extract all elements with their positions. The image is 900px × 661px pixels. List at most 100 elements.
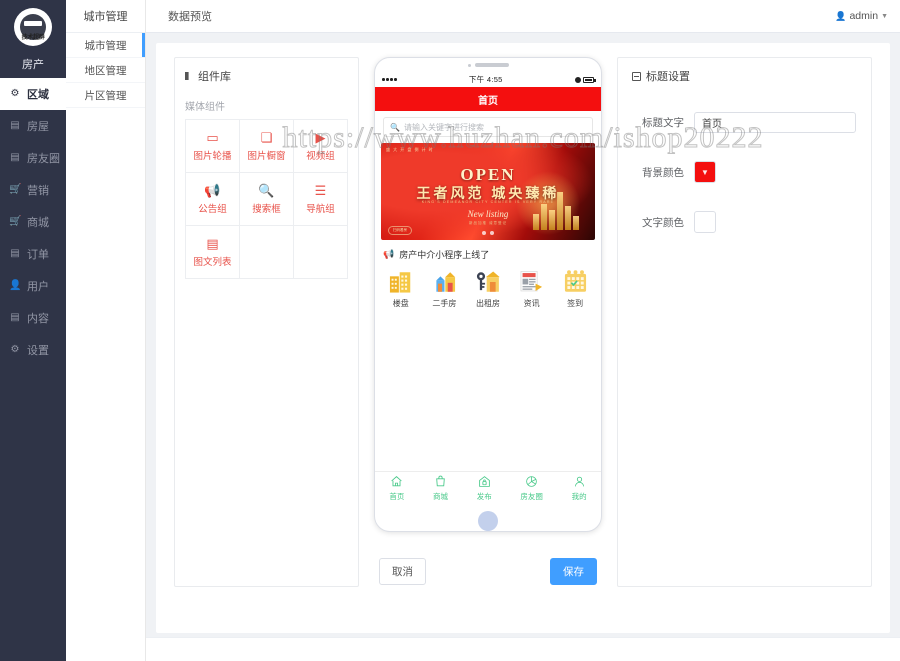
building-icon (387, 269, 414, 295)
mini-app-header: 首页 (375, 87, 601, 111)
tab-0[interactable]: 数据预览 (158, 0, 222, 32)
mini-app-tab-4[interactable]: 我的 (572, 475, 587, 502)
news-icon (518, 269, 545, 295)
mini-app-tab-2[interactable]: 发布 (477, 475, 492, 502)
chevron-down-icon: ▼ (881, 12, 888, 20)
component-slot-empty (240, 226, 294, 279)
banner-new-listing-sub: 新品加推 诚意登记 (469, 221, 507, 225)
component-image-carousel-icon[interactable]: ▭ 图片轮播 (186, 120, 240, 173)
user-icon: 👤 (835, 10, 847, 21)
book-icon: ▤ (10, 312, 20, 323)
mini-app-nav-4[interactable]: 签到 (557, 269, 593, 309)
subnav-item-2[interactable]: 片区管理 (66, 83, 145, 108)
subnav-item-0[interactable]: 城市管理 (66, 33, 145, 58)
settings-title-text: 标题设置 (646, 71, 690, 83)
settings-title: 标题设置 (632, 68, 857, 84)
topbar: 数据预览 👤 admin ▼ (146, 0, 900, 33)
topbar-right: 👤 admin ▼ (835, 10, 888, 22)
phone-frame: 下午 4:55 首页 🔍 请输入关键字进行搜索 盛 大 开 盘 倒 计 时 OP… (374, 57, 602, 532)
settings-field-label: 背景颜色 (642, 166, 684, 179)
settings-icon (632, 71, 641, 81)
component-label: 导航组 (306, 203, 335, 215)
cart-icon: 🛒 (9, 216, 22, 227)
phone-preview-column: 下午 4:55 首页 🔍 请输入关键字进行搜索 盛 大 开 盘 倒 计 时 OP… (373, 57, 603, 619)
sidebar-item-5[interactable]: ▤ 订单 (0, 238, 66, 270)
component-grid: ▭ 图片轮播 ❏ 图片橱窗 ▶ 视频组 📢 公告组 🔍 搜索框 ☰ 导航组 ▤ 图文列表 (185, 119, 348, 279)
editor-card: 组件库 媒体组件 ▭ 图片轮播 ❏ 图片橱窗 ▶ 视频组 📢 公告组 🔍 搜索框 ☰ 导航组 ▤ 图文列表… (156, 43, 890, 633)
component-list-nav-icon[interactable]: ☰ 导航组 (294, 173, 348, 226)
sidebar-item-2[interactable]: ▤ 房友圈 (0, 142, 66, 174)
mini-app-tab-1[interactable]: 商城 (433, 475, 448, 502)
mini-app-tab-0[interactable]: 首页 (389, 475, 404, 502)
component-video-icon[interactable]: ▶ 视频组 (294, 120, 348, 173)
tab-strip: 数据预览 (158, 0, 222, 32)
mini-app-tab-label: 商城 (433, 492, 449, 501)
sidebar-item-label: 房友圈 (27, 153, 60, 165)
admin-menu[interactable]: 👤 admin ▼ (835, 10, 888, 22)
home-icon (390, 475, 403, 490)
save-button[interactable]: 保存 (550, 558, 597, 585)
gear-icon: ⚙ (10, 344, 20, 355)
mini-app-banner[interactable]: 盛 大 开 盘 倒 计 时 OPEN 王者风范 城央臻稀 KING'S DEME… (381, 143, 595, 240)
battery-icon (583, 76, 596, 83)
signal-icon (382, 78, 397, 81)
gear-icon: ⚙ (10, 88, 20, 99)
mini-app-search-box[interactable]: 🔍 请输入关键字进行搜索 (383, 117, 593, 137)
component-search-icon[interactable]: 🔍 搜索框 (240, 173, 294, 226)
sidebar-item-1[interactable]: ▤ 房屋 (0, 110, 66, 142)
component-label: 公告组 (198, 203, 227, 215)
mini-app-nav-2[interactable]: 出租房 (470, 269, 506, 309)
settings-field-label: 标题文字 (642, 117, 684, 129)
component-article-list-icon[interactable]: ▤ 图文列表 (186, 226, 240, 279)
sidebar-item-3[interactable]: 🛒 营销 (0, 174, 66, 206)
component-library-title: 组件库 (185, 68, 348, 84)
mini-app-search-section: 🔍 请输入关键字进行搜索 (375, 111, 601, 143)
phone-status-bar: 下午 4:55 (375, 72, 601, 87)
mini-app-nav-1[interactable]: 二手房 (426, 269, 462, 309)
video-icon: ▶ (315, 129, 326, 145)
status-right-icons (575, 76, 596, 83)
banner-sub-text: KING'S DEMEANOR CITY CENTER IS VERY RARE (421, 200, 555, 204)
sidebar-nav: ⚙ 区域 ▤ 房屋 ▤ 房友圈 🛒 营销 🛒 商城 ▤ 订单 👤 用户 ▤ 内容 ⚙ 设置 (0, 78, 66, 366)
media-group-label: 媒体组件 (185, 102, 225, 113)
mini-app-nav-3[interactable]: 资讯 (514, 269, 550, 309)
mini-app-nav-0[interactable]: 楼盘 (383, 269, 419, 309)
color-swatch[interactable]: ▼ (694, 161, 716, 183)
secondary-sidebar: 城市管理 城市管理 地区管理 片区管理 (66, 0, 146, 661)
title-text-input[interactable] (694, 112, 856, 133)
component-label: 图片橱窗 (247, 150, 286, 162)
color-swatch[interactable] (694, 211, 716, 233)
subnav-header: 城市管理 (66, 0, 145, 33)
component-label: 搜索框 (252, 203, 281, 215)
cancel-button[interactable]: 取消 (379, 558, 426, 585)
search-icon: 🔍 (258, 182, 275, 198)
home-indicator (478, 511, 498, 531)
logo-icon: 技术超群 (14, 8, 52, 46)
mini-app-tab-3[interactable]: 房友圈 (520, 475, 543, 502)
sidebar-item-8[interactable]: ⚙ 设置 (0, 334, 66, 366)
sidebar-item-7[interactable]: ▤ 内容 (0, 302, 66, 334)
settings-row-0: 标题文字 (632, 112, 857, 133)
mini-app-announcement[interactable]: 📢 房产中介小程序上线了 (375, 240, 601, 265)
component-library-panel: 组件库 媒体组件 ▭ 图片轮播 ❏ 图片橱窗 ▶ 视频组 📢 公告组 🔍 搜索框 ☰ 导航组 ▤ 图文列表 (174, 57, 359, 587)
mini-app-nav-label: 资讯 (523, 299, 540, 308)
banner-open-text: OPEN (460, 165, 516, 184)
mini-app-tab-label: 首页 (389, 492, 405, 501)
sidebar-item-4[interactable]: 🛒 商城 (0, 206, 66, 238)
component-label: 图文列表 (193, 256, 232, 268)
subnav-item-1[interactable]: 地区管理 (66, 58, 145, 83)
settings-field-label: 文字颜色 (642, 216, 684, 229)
house-keys-icon (431, 269, 458, 295)
sidebar-item-6[interactable]: 👤 用户 (0, 270, 66, 302)
megaphone-icon: 📢 (204, 182, 221, 198)
component-megaphone-icon[interactable]: 📢 公告组 (186, 173, 240, 226)
component-image-gallery-icon[interactable]: ❏ 图片橱窗 (240, 120, 294, 173)
settings-form: 标题文字背景颜色 ▼ 文字颜色 (632, 112, 857, 233)
page-bottom-bar (146, 637, 900, 661)
app-root: 技术超群 房产 ⚙ 区域 ▤ 房屋 ▤ 房友圈 🛒 营销 🛒 商城 ▤ 订单 👤 用户 ▤ 内容 ⚙ 设置 城市管… (0, 0, 900, 661)
article-list-icon: ▤ (206, 235, 219, 251)
mini-app-tab-label: 房友圈 (520, 492, 543, 501)
megaphone-icon: 📢 (383, 249, 395, 259)
sidebar-item-0[interactable]: ⚙ 区域 (0, 78, 66, 110)
status-time: 下午 4:55 (468, 75, 503, 84)
